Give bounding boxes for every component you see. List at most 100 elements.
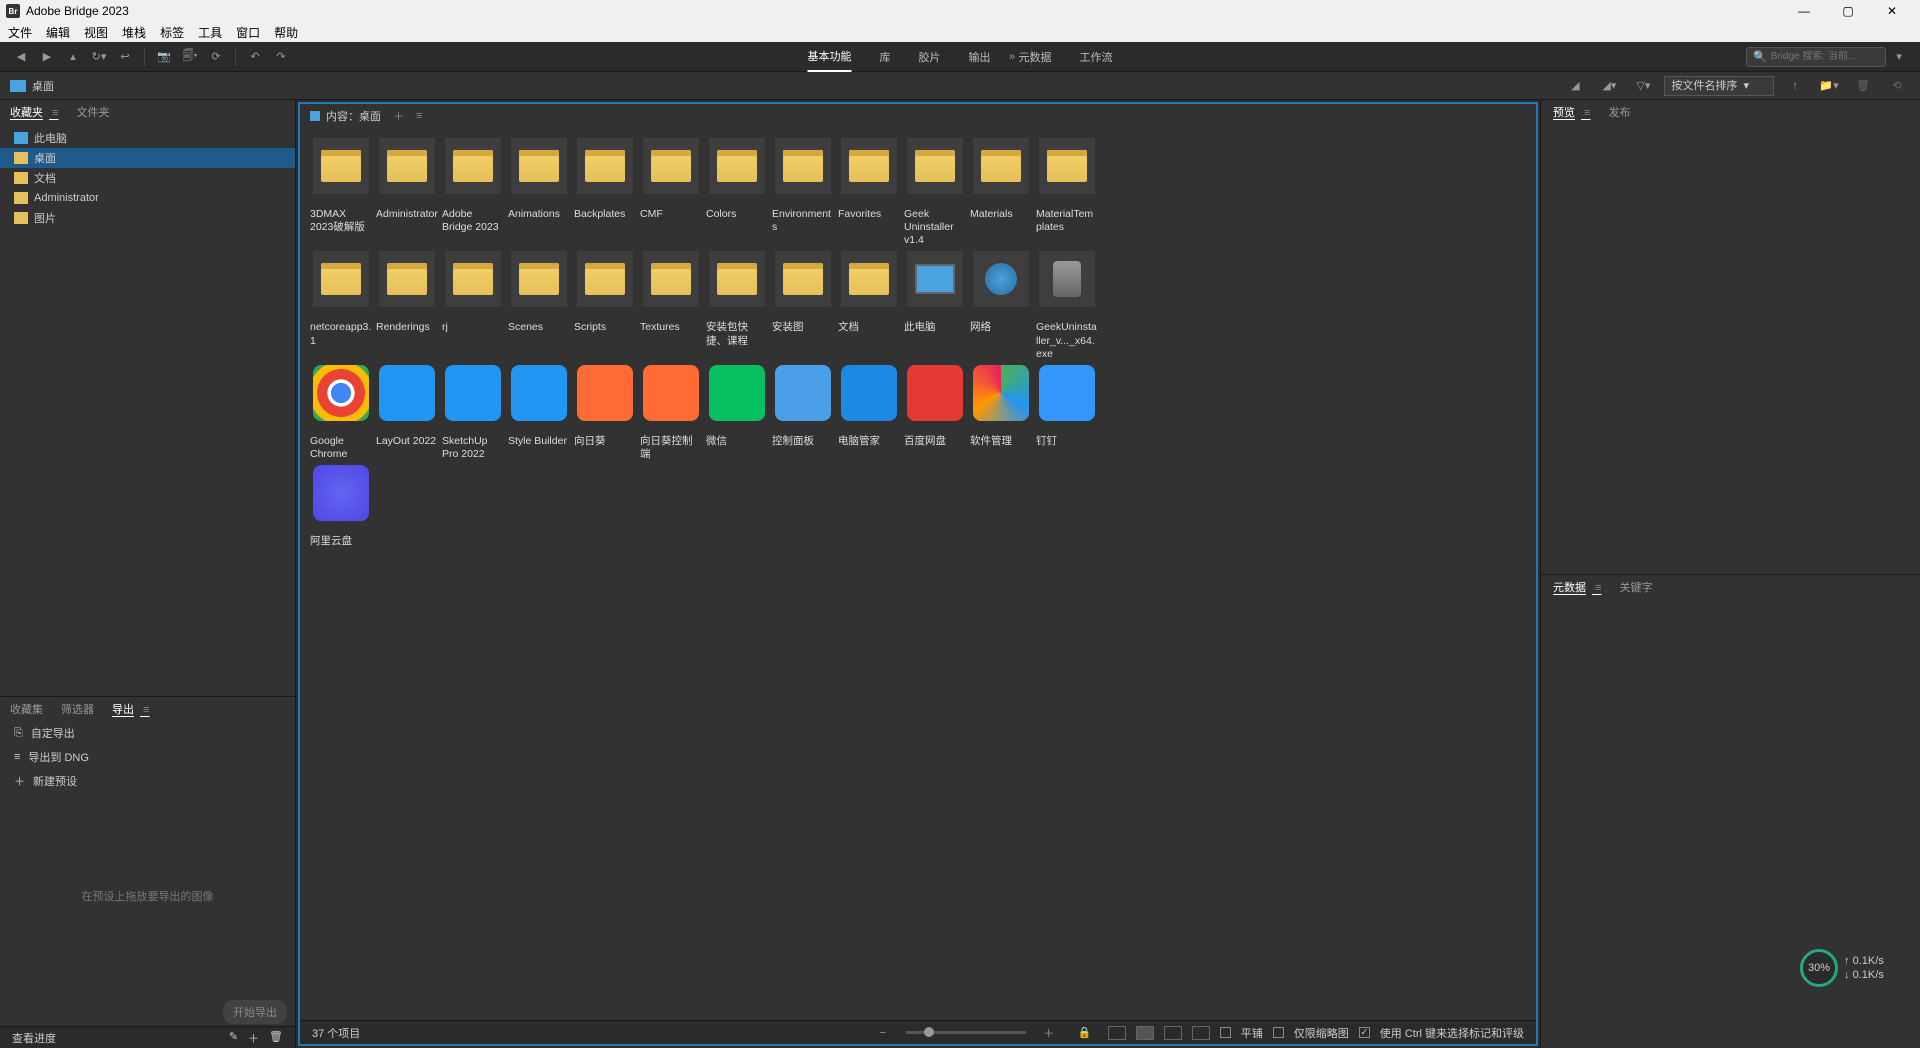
thumbonly-checkbox[interactable] <box>1273 1027 1284 1038</box>
rotate-icon[interactable]: ⟲ <box>1887 76 1907 96</box>
progress-label[interactable]: 查看进度 <box>12 1030 56 1046</box>
thumb-quality2-icon[interactable]: ◢▾ <box>1599 76 1619 96</box>
content-item-31[interactable]: 控制面板 <box>772 365 834 461</box>
thumb-quality-icon[interactable]: ◢ <box>1565 76 1585 96</box>
content-item-10[interactable]: Materials <box>970 138 1032 247</box>
ctrl-checkbox[interactable]: ✓ <box>1359 1027 1370 1038</box>
delete-icon[interactable]: 🗑 <box>269 1030 283 1046</box>
content-item-12[interactable]: netcoreapp3.1 <box>310 251 372 360</box>
export-new-preset[interactable]: ＋新建预设 <box>0 769 295 793</box>
new-folder-icon[interactable]: 📁▾ <box>1819 76 1839 96</box>
menu-2[interactable]: 视图 <box>84 24 108 41</box>
window-maximize[interactable]: ▢ <box>1826 0 1870 22</box>
breadcrumb[interactable]: 桌面 <box>32 78 54 94</box>
batch-icon[interactable]: 🗐▾ <box>180 47 200 67</box>
right-bottom-tab-0[interactable]: 元数据 ≡ <box>1553 579 1601 595</box>
view-grid-icon[interactable] <box>1108 1026 1126 1040</box>
menu-3[interactable]: 堆栈 <box>122 24 146 41</box>
content-item-36[interactable]: 阿里云盘 <box>310 465 372 561</box>
lock-thumb-icon[interactable]: 🔒 <box>1075 1023 1095 1043</box>
menu-0[interactable]: 文件 <box>8 24 32 41</box>
tree-item-2[interactable]: 文档 <box>0 168 295 188</box>
window-minimize[interactable]: — <box>1782 0 1826 22</box>
window-close[interactable]: ✕ <box>1870 0 1914 22</box>
left-bottom-tab-0[interactable]: 收藏集 <box>10 701 43 717</box>
content-item-21[interactable]: 此电脑 <box>904 251 966 360</box>
content-item-29[interactable]: 向日葵控制端 <box>640 365 702 461</box>
zoom-out-icon[interactable]: − <box>873 1023 893 1043</box>
add-icon[interactable]: ＋ <box>248 1030 259 1046</box>
export-dng[interactable]: ≡导出到 DNG <box>0 745 295 769</box>
content-item-4[interactable]: Backplates <box>574 138 636 247</box>
content-item-1[interactable]: Administrator <box>376 138 438 247</box>
refresh-icon[interactable]: ⟳ <box>206 47 226 67</box>
content-item-27[interactable]: Style Builder <box>508 365 570 461</box>
trash-icon[interactable]: 🗑 <box>1853 76 1873 96</box>
view-thumb-icon[interactable] <box>1136 1026 1154 1040</box>
content-item-2[interactable]: Adobe Bridge 2023 <box>442 138 504 247</box>
zoom-slider[interactable] <box>906 1031 1026 1034</box>
workspace-tab-0[interactable]: 基本功能 <box>808 42 852 72</box>
menu-1[interactable]: 编辑 <box>46 24 70 41</box>
left-top-tab-1[interactable]: 文件夹 <box>76 104 109 120</box>
content-item-32[interactable]: 电脑管家 <box>838 365 900 461</box>
workspace-tab-1[interactable]: 库 <box>880 43 891 71</box>
panel-menu-icon[interactable]: ≡ <box>416 110 422 122</box>
content-item-25[interactable]: LayOut 2022 <box>376 365 438 461</box>
tree-item-1[interactable]: 桌面 <box>0 148 295 168</box>
search-input[interactable] <box>1771 51 1871 62</box>
content-item-22[interactable]: 网络 <box>970 251 1032 360</box>
content-item-11[interactable]: MaterialTemplates <box>1036 138 1098 247</box>
content-item-34[interactable]: 软件管理 <box>970 365 1032 461</box>
content-item-18[interactable]: 安装包快捷、课程 <box>706 251 768 360</box>
search-box[interactable]: 🔍 <box>1746 47 1886 67</box>
content-item-0[interactable]: 3DMAX 2023破解版 <box>310 138 372 247</box>
tile-checkbox[interactable] <box>1220 1027 1231 1038</box>
tree-item-0[interactable]: 此电脑 <box>0 128 295 148</box>
content-item-35[interactable]: 钉钉 <box>1036 365 1098 461</box>
content-item-13[interactable]: Renderings <box>376 251 438 360</box>
tree-item-4[interactable]: 图片 <box>0 208 295 228</box>
content-item-30[interactable]: 微信 <box>706 365 768 461</box>
content-item-20[interactable]: 文档 <box>838 251 900 360</box>
undo-icon[interactable]: ↶ <box>245 47 265 67</box>
start-export-button[interactable]: 开始导出 <box>223 1000 287 1024</box>
content-item-26[interactable]: SketchUp Pro 2022 <box>442 365 504 461</box>
filter-icon[interactable]: ▽▾ <box>1633 76 1653 96</box>
content-item-5[interactable]: CMF <box>640 138 702 247</box>
right-bottom-tab-1[interactable]: 关键字 <box>1619 579 1652 595</box>
left-bottom-tab-2[interactable]: 导出 ≡ <box>112 701 149 717</box>
content-item-28[interactable]: 向日葵 <box>574 365 636 461</box>
workspace-tab-2[interactable]: 胶片 <box>919 43 941 71</box>
menu-4[interactable]: 标签 <box>160 24 184 41</box>
speed-widget[interactable]: 30% ↑ 0.1K/s ↓ 0.1K/s <box>1800 948 1890 988</box>
nav-back[interactable]: ◀ <box>11 47 31 67</box>
get-photos-icon[interactable]: 📷 <box>154 47 174 67</box>
tree-item-3[interactable]: Administrator <box>0 188 295 208</box>
right-top-tab-0[interactable]: 预览 ≡ <box>1553 104 1590 120</box>
nav-reveal[interactable]: ↩ <box>115 47 135 67</box>
content-item-8[interactable]: Favorites <box>838 138 900 247</box>
content-item-16[interactable]: Scripts <box>574 251 636 360</box>
content-item-33[interactable]: 百度网盘 <box>904 365 966 461</box>
redo-icon[interactable]: ↷ <box>271 47 291 67</box>
menu-7[interactable]: 帮助 <box>274 24 298 41</box>
edit-icon[interactable]: ✎ <box>229 1030 238 1046</box>
export-custom[interactable]: ⎘自定导出 <box>0 721 295 745</box>
workspace-tab-5[interactable]: 工作流 <box>1080 43 1113 71</box>
workspace-tab-3[interactable]: 输出 <box>969 43 991 71</box>
content-item-6[interactable]: Colors <box>706 138 768 247</box>
content-item-19[interactable]: 安装图 <box>772 251 834 360</box>
sort-asc-icon[interactable]: ↑ <box>1785 76 1805 96</box>
nav-forward[interactable]: ▶ <box>37 47 57 67</box>
view-list-icon[interactable] <box>1192 1026 1210 1040</box>
zoom-in-icon[interactable]: ＋ <box>1039 1023 1059 1043</box>
content-item-7[interactable]: Environments <box>772 138 834 247</box>
left-bottom-tab-1[interactable]: 筛选器 <box>61 701 94 717</box>
nav-recent[interactable]: ↻▾ <box>89 47 109 67</box>
content-item-14[interactable]: rj <box>442 251 504 360</box>
content-item-15[interactable]: Scenes <box>508 251 570 360</box>
workspace-tab-4[interactable]: 元数据 <box>1019 43 1052 71</box>
left-top-tab-0[interactable]: 收藏夹 ≡ <box>10 104 58 120</box>
menu-5[interactable]: 工具 <box>198 24 222 41</box>
